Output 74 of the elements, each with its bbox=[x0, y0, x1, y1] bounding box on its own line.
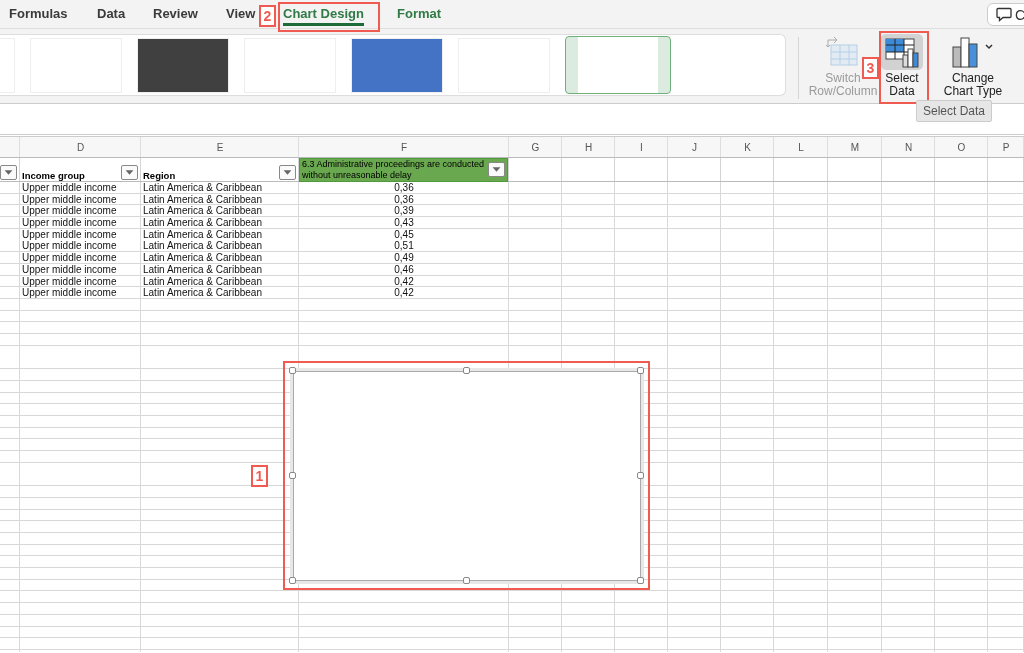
tooltip: Select Data bbox=[916, 100, 993, 122]
step-number: 1 bbox=[251, 465, 268, 487]
resize-handle[interactable] bbox=[637, 577, 644, 584]
resize-handle[interactable] bbox=[289, 577, 296, 584]
change-chart-type-button[interactable]: Change Chart Type bbox=[942, 32, 1004, 99]
table-cell-text: Latin America & Caribbean bbox=[142, 193, 263, 206]
table-cell-text: Upper middle income bbox=[21, 205, 118, 218]
table-cell-text: Upper middle income bbox=[21, 240, 118, 253]
table-cell-text: 0,51 bbox=[393, 240, 415, 253]
table-cell-text: 0,36 bbox=[393, 193, 415, 206]
table-cell-text: Latin America & Caribbean bbox=[142, 217, 263, 229]
table-cell-text: 0,39 bbox=[393, 205, 415, 218]
ribbon-tab[interactable]: Review bbox=[153, 2, 198, 26]
filter-dropdown-icon[interactable] bbox=[488, 162, 505, 177]
table-chart-icon bbox=[881, 34, 923, 70]
resize-handle[interactable] bbox=[289, 367, 296, 374]
chart-style-thumbnail[interactable] bbox=[565, 36, 671, 94]
table-cell-text: Upper middle income bbox=[21, 217, 118, 229]
column-letter[interactable]: E bbox=[216, 141, 224, 153]
filter-dropdown-icon[interactable] bbox=[121, 165, 138, 180]
filter-dropdown-icon[interactable] bbox=[0, 165, 17, 180]
table-cell-text: 0,49 bbox=[393, 252, 415, 264]
resize-handle[interactable] bbox=[289, 472, 296, 479]
header-text: Region bbox=[143, 170, 176, 181]
table-cell-text: Upper middle income bbox=[21, 252, 118, 264]
ribbon-tab[interactable]: Format bbox=[397, 2, 442, 26]
column-letter[interactable]: M bbox=[850, 141, 860, 153]
column-letter[interactable]: N bbox=[904, 141, 913, 153]
table-cell-text: Latin America & Caribbean bbox=[142, 287, 263, 299]
table-cell-text: Upper middle income bbox=[21, 287, 118, 299]
table-cell-text: Latin America & Caribbean bbox=[142, 263, 263, 276]
table-cell-text: Latin America & Caribbean bbox=[142, 252, 263, 264]
table-cell-text: 0,42 bbox=[393, 287, 415, 299]
column-letter[interactable]: K bbox=[744, 141, 751, 153]
step-number: 3 bbox=[862, 57, 879, 79]
column-letter[interactable]: F bbox=[400, 141, 408, 153]
table-cell-text: Latin America & Caribbean bbox=[142, 205, 263, 218]
table-cell-text: 0,45 bbox=[393, 228, 415, 241]
column-letter[interactable]: I bbox=[640, 141, 643, 153]
ribbon-tab[interactable]: Chart Design bbox=[283, 2, 364, 26]
table-cell-text: Latin America & Caribbean bbox=[142, 182, 263, 194]
table-cell-text: Upper middle income bbox=[21, 228, 118, 241]
table-cell-text: Upper middle income bbox=[21, 275, 118, 288]
column-letter[interactable]: G bbox=[531, 141, 540, 153]
column-letter[interactable]: H bbox=[584, 141, 593, 153]
header-text: Income group bbox=[22, 170, 85, 181]
table-cell-text: 0,42 bbox=[393, 275, 415, 288]
comment-icon bbox=[996, 7, 1012, 22]
table-cell-text: Latin America & Caribbean bbox=[142, 240, 263, 253]
table-cell-text: Upper middle income bbox=[21, 263, 118, 276]
column-letter[interactable]: J bbox=[692, 141, 697, 153]
table-cell-text: Latin America & Caribbean bbox=[142, 275, 263, 288]
column-letter[interactable]: O bbox=[957, 141, 966, 153]
column-letter[interactable]: D bbox=[76, 141, 85, 153]
header-text: 6.3 Administrative proceedings are conducted without unreasonable delay bbox=[302, 159, 486, 181]
comment-button[interactable]: C bbox=[987, 3, 1024, 26]
table-cell-text: 0,36 bbox=[393, 182, 415, 194]
step-number: 2 bbox=[259, 5, 276, 27]
ribbon-tab[interactable]: Formulas bbox=[9, 2, 68, 26]
table-cell-text: 0,43 bbox=[393, 217, 415, 229]
ribbon-tab[interactable]: Data bbox=[97, 2, 126, 26]
filter-dropdown-icon[interactable] bbox=[279, 165, 296, 180]
table-cell-text: 0,46 bbox=[393, 263, 415, 276]
resize-handle[interactable] bbox=[463, 367, 470, 374]
resize-handle[interactable] bbox=[463, 577, 470, 584]
column-letter[interactable]: L bbox=[798, 141, 804, 153]
table-cell-text: Latin America & Caribbean bbox=[142, 228, 263, 241]
select-data-button[interactable]: Select Data bbox=[880, 32, 924, 99]
table-cell-text: Upper middle income bbox=[21, 193, 118, 206]
resize-handle[interactable] bbox=[637, 472, 644, 479]
resize-handle[interactable] bbox=[637, 367, 644, 374]
column-letter[interactable]: P bbox=[1002, 141, 1010, 153]
ribbon-tab[interactable]: View bbox=[226, 2, 256, 26]
table-cell-text: Upper middle income bbox=[21, 182, 118, 194]
